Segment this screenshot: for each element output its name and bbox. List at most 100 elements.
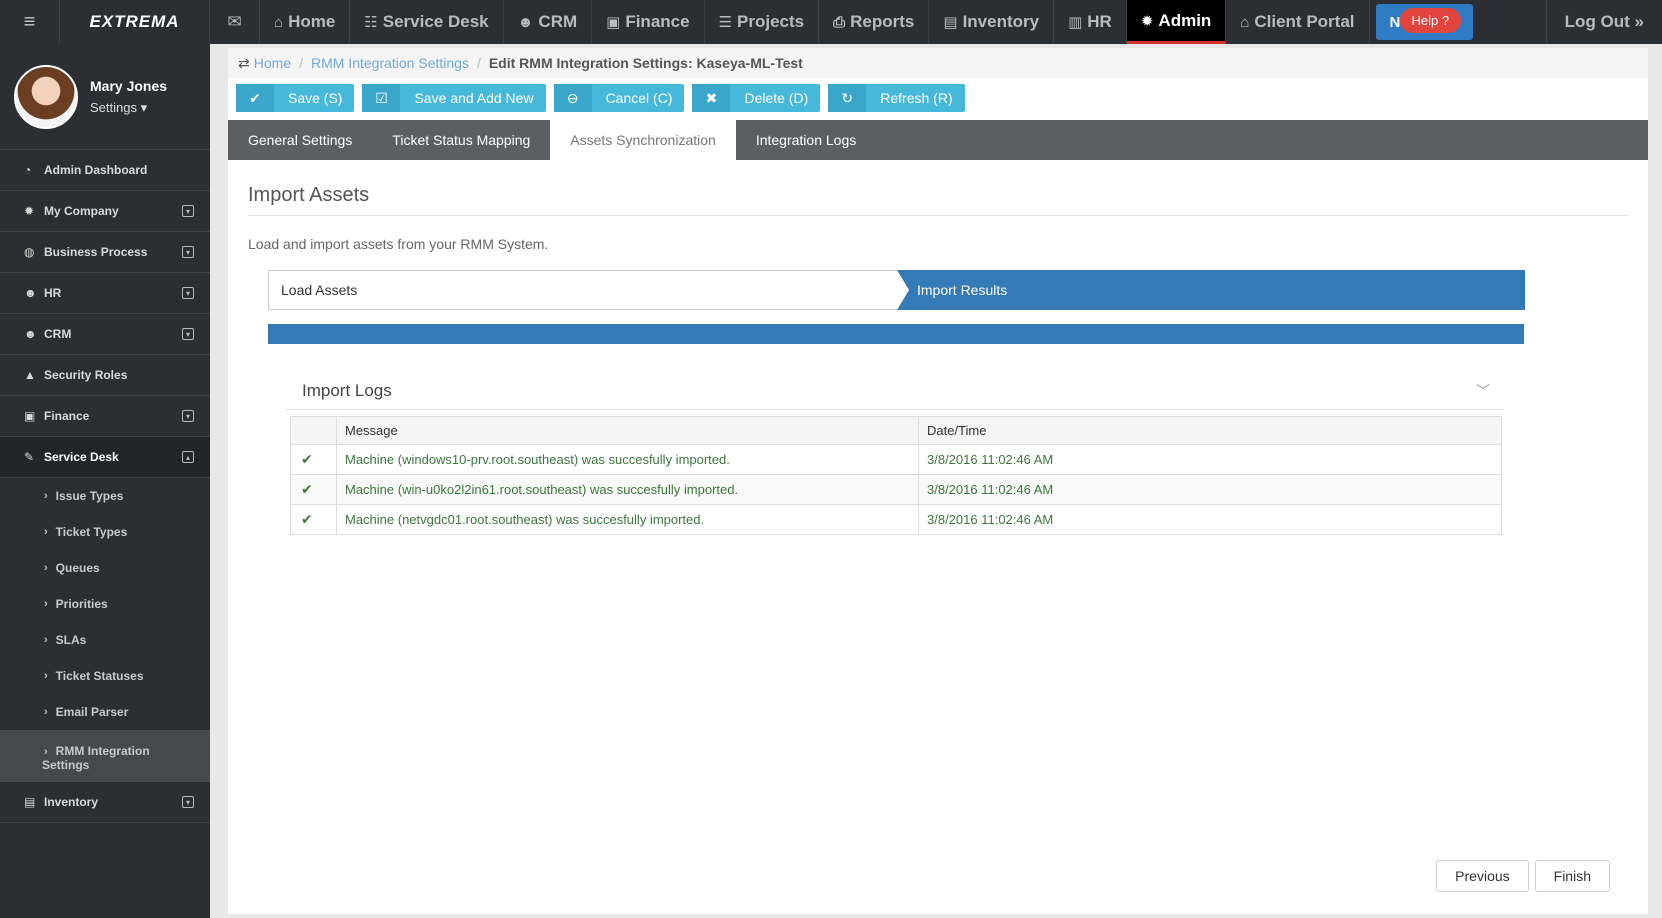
settings-dropdown[interactable]: Settings ▾: [90, 100, 167, 116]
expand-icon[interactable]: ▾: [182, 328, 194, 340]
subitem-label: Email Parser: [55, 705, 129, 719]
sidebar-item-crm[interactable]: ☻ CRM ▾: [0, 314, 210, 355]
chevron-right-icon: ›: [44, 746, 48, 758]
wizard-step-load-assets[interactable]: Load Assets: [269, 271, 897, 309]
nav-label: Admin: [1158, 10, 1212, 30]
nav-label: Finance: [625, 12, 690, 31]
nav-inventory[interactable]: ▤ Inventory: [929, 0, 1055, 44]
subitem-label: Ticket Types: [55, 525, 128, 539]
nav-crm[interactable]: ☻ CRM: [504, 0, 593, 44]
sidebar-item-security-roles[interactable]: ▲ Security Roles: [0, 355, 210, 396]
sidebar-item-label: Admin Dashboard: [44, 163, 148, 177]
nav-home[interactable]: ⌂ Home: [260, 0, 351, 44]
nav-label: HR: [1087, 12, 1112, 31]
nav-projects[interactable]: ☰ Projects: [705, 0, 820, 44]
subitem-label: Issue Types: [55, 489, 124, 503]
nav-finance[interactable]: ▣ Finance: [592, 0, 705, 44]
tab-general-settings[interactable]: General Settings: [228, 120, 372, 160]
top-navigation-bar: ≡ EXTREMA ✉ ⌂ Home ☷ Service Desk ☻ CRM ▣ Fi…: [0, 0, 1662, 44]
help-button[interactable]: Help ?: [1399, 8, 1462, 33]
tab-assets-synchronization[interactable]: Assets Synchronization: [550, 120, 736, 160]
sidebar-subitem-issue-types[interactable]: › Issue Types: [0, 478, 210, 514]
subitem-label: Queues: [55, 561, 100, 575]
expand-icon[interactable]: ▾: [182, 796, 194, 808]
column-header-message[interactable]: Message: [336, 416, 919, 445]
nav-label: CRM: [538, 12, 578, 31]
sitemap-icon: ☷: [364, 14, 378, 31]
tab-integration-logs[interactable]: Integration Logs: [736, 120, 876, 160]
cancel-button[interactable]: ⊖ Cancel (C): [553, 84, 685, 112]
expand-icon[interactable]: ▾: [182, 205, 194, 217]
nav-label: Client Portal: [1254, 12, 1355, 31]
sidebar-subitem-priorities[interactable]: › Priorities: [0, 586, 210, 622]
users-icon: ☻: [24, 327, 37, 341]
check-icon: ✔: [290, 504, 337, 535]
previous-button[interactable]: Previous: [1436, 860, 1529, 892]
column-header-datetime[interactable]: Date/Time: [918, 416, 1502, 445]
menu-toggle-icon[interactable]: ≡: [0, 0, 60, 44]
chevron-right-icon: ›: [44, 706, 48, 718]
nav-service-desk[interactable]: ☷ Service Desk: [350, 0, 504, 44]
breadcrumb: ⇄ Home / RMM Integration Settings / Edit…: [228, 48, 1648, 78]
notifications-button[interactable]: N Help ?: [1375, 4, 1473, 40]
nav-admin[interactable]: ✹ Admin: [1126, 0, 1227, 44]
import-logs-table: Message Date/Time ✔ Machine (windows10-p…: [290, 416, 1502, 535]
app-logo[interactable]: EXTREMA: [60, 0, 210, 44]
nav-client-portal[interactable]: ⌂ Client Portal: [1226, 0, 1370, 44]
breadcrumb-current: Edit RMM Integration Settings: Kaseya-ML…: [488, 55, 803, 71]
sidebar-item-my-company[interactable]: ✹ My Company ▾: [0, 191, 210, 232]
section-title: Import Assets: [248, 184, 1628, 216]
sidebar-subitem-email-parser[interactable]: › Email Parser: [0, 694, 210, 730]
refresh-button[interactable]: ↻ Refresh (R): [828, 84, 965, 112]
sidebar-subitem-rmm-integration-settings[interactable]: › RMM Integration Settings: [0, 730, 210, 782]
sidebar-subitem-queues[interactable]: › Queues: [0, 550, 210, 586]
expand-icon[interactable]: ▾: [182, 246, 194, 258]
expand-icon[interactable]: ▾: [182, 287, 194, 299]
gear-icon: ✹: [24, 204, 35, 218]
subitem-label: Settings: [42, 758, 90, 772]
mail-icon[interactable]: ✉: [210, 0, 260, 44]
sidebar-item-finance[interactable]: ▣ Finance ▾: [0, 396, 210, 437]
chevron-right-icon: ›: [44, 562, 48, 574]
progress-bar: [268, 324, 1524, 344]
sidebar-item-label: CRM: [44, 327, 72, 341]
delete-button[interactable]: ✖ Delete (D): [692, 84, 821, 112]
breadcrumb-home[interactable]: Home: [254, 55, 291, 71]
progress-fill: [268, 324, 1524, 344]
globe-icon: ◍: [24, 245, 35, 259]
sidebar-item-business-process[interactable]: ◍ Business Process ▾: [0, 232, 210, 273]
chevron-down-icon[interactable]: ﹀: [1476, 381, 1490, 401]
avatar[interactable]: [14, 64, 78, 129]
sidebar-subitem-ticket-statuses[interactable]: › Ticket Statuses: [0, 658, 210, 694]
sidebar-item-hr[interactable]: ☻ HR ▾: [0, 273, 210, 314]
import-logs-header[interactable]: Import Logs ﹀: [286, 372, 1504, 410]
sidebar-subitem-ticket-types[interactable]: › Ticket Types: [0, 514, 210, 550]
sidebar-item-admin-dashboard[interactable]: ◔ Admin Dashboard: [0, 150, 210, 191]
sidebar-item-inventory[interactable]: ▤ Inventory ▾: [0, 782, 210, 823]
subitem-label: RMM Integration: [55, 744, 150, 758]
sidebar-subitem-slas[interactable]: › SLAs: [0, 622, 210, 658]
collapse-icon[interactable]: ▴: [182, 451, 194, 463]
sidebar-item-service-desk[interactable]: ✎ Service Desk ▴: [0, 437, 210, 478]
user-name: Mary Jones: [90, 77, 168, 94]
refresh-icon: ↻: [828, 84, 867, 112]
sidebar-item-label: Business Process: [44, 245, 148, 259]
checkbox-icon: ☑: [362, 84, 401, 112]
check-icon: ✔: [236, 84, 274, 112]
save-button[interactable]: ✔ Save (S): [236, 84, 355, 112]
money-icon: ▣: [606, 14, 621, 31]
nav-hr[interactable]: ▥ HR: [1054, 0, 1127, 44]
breadcrumb-rmm-settings[interactable]: RMM Integration Settings: [311, 55, 469, 71]
save-and-add-new-button[interactable]: ☑ Save and Add New: [362, 84, 546, 112]
sidebar-item-label: My Company: [44, 204, 119, 218]
wizard-step-import-results[interactable]: Import Results: [897, 270, 1525, 310]
service-desk-submenu: › Issue Types › Ticket Types › Queues › Prio…: [0, 478, 210, 782]
nav-reports[interactable]: ⎙ Reports: [819, 0, 930, 44]
finish-button[interactable]: Finish: [1534, 860, 1610, 892]
expand-icon[interactable]: ▾: [182, 410, 194, 422]
log-message: Machine (windows10-prv.root.southeast) w…: [336, 444, 919, 475]
log-message: Machine (win-u0ko2l2in61.root.southeast)…: [336, 474, 919, 505]
clipboard-icon: ▤: [943, 14, 958, 31]
tab-ticket-status-mapping[interactable]: Ticket Status Mapping: [372, 120, 550, 160]
logout-link[interactable]: Log Out »: [1545, 0, 1662, 44]
